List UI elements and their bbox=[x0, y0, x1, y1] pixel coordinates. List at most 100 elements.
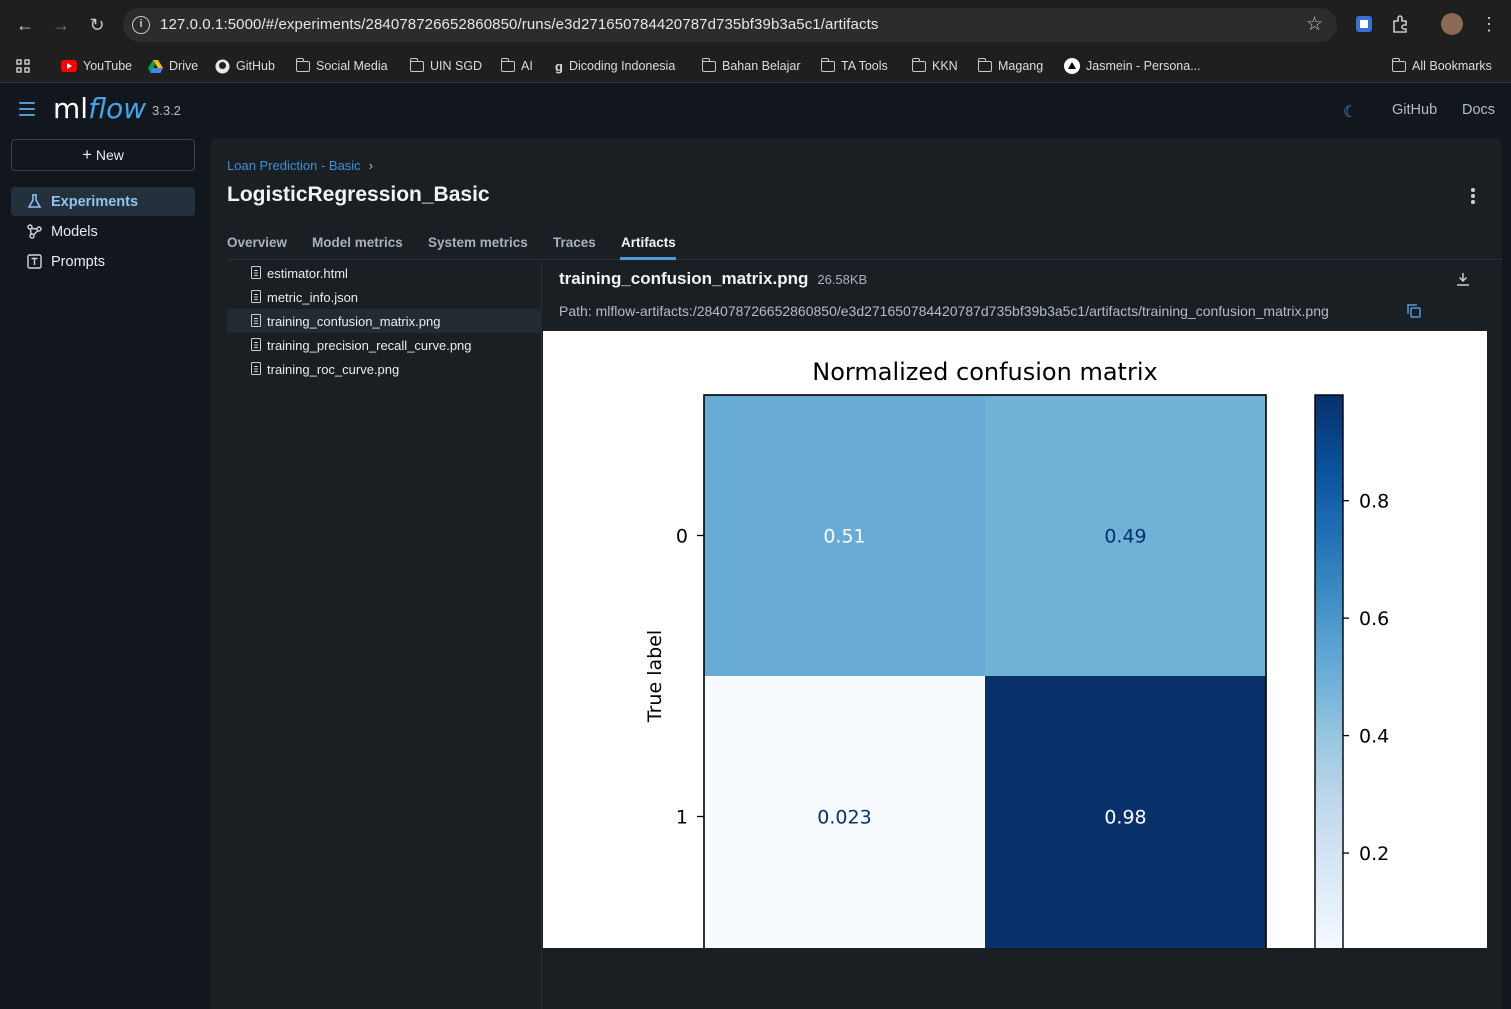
github-link[interactable]: GitHub bbox=[1392, 102, 1437, 118]
bookmark-youtube[interactable]: YouTube bbox=[61, 56, 132, 76]
triangle-logo-icon bbox=[1064, 58, 1080, 74]
prompts-icon bbox=[27, 254, 42, 269]
docs-link[interactable]: Docs bbox=[1462, 102, 1495, 118]
tab-artifacts[interactable]: Artifacts bbox=[621, 235, 676, 250]
sidebar-item-prompts[interactable]: Prompts bbox=[11, 247, 195, 276]
file-estimator-html[interactable]: estimator.html bbox=[227, 261, 542, 285]
tab-overview[interactable]: Overview bbox=[227, 235, 287, 250]
app-header: mlflow 3.3.2 ☾ GitHub Docs bbox=[0, 84, 1511, 136]
cell-value-label: 0.98 bbox=[1104, 807, 1146, 829]
artifact-image-preview: Normalized confusion matrix 0.51 0.49 0.023… bbox=[543, 331, 1487, 958]
artifact-path: Path: mlflow-artifacts:/2840787266528608… bbox=[559, 303, 1329, 319]
file-training-roc-curve[interactable]: training_roc_curve.png bbox=[227, 357, 542, 381]
chart-title: Normalized confusion matrix bbox=[812, 358, 1157, 386]
file-icon bbox=[251, 266, 261, 279]
browser-menu-icon[interactable]: ⋮ bbox=[1478, 13, 1500, 35]
version-label: 3.3.2 bbox=[152, 103, 181, 118]
y-tick-label: 0 bbox=[676, 526, 688, 548]
site-info-icon[interactable]: i bbox=[132, 16, 150, 34]
profile-avatar[interactable] bbox=[1441, 13, 1463, 35]
plus-icon: + bbox=[82, 145, 93, 164]
address-bar[interactable]: i 127.0.0.1:5000/#/experiments/284078726… bbox=[123, 8, 1337, 42]
reload-icon[interactable]: ↻ bbox=[85, 13, 109, 37]
download-icon[interactable] bbox=[1455, 271, 1471, 287]
url-text[interactable]: 127.0.0.1:5000/#/experiments/28407872665… bbox=[160, 16, 878, 33]
chevron-right-icon: › bbox=[368, 158, 374, 173]
page-title: LogisticRegression_Basic bbox=[227, 183, 490, 206]
cell-value-label: 0.51 bbox=[823, 526, 865, 548]
active-tab-indicator bbox=[620, 257, 676, 260]
folder-icon bbox=[977, 57, 992, 72]
y-tick-label: 1 bbox=[676, 807, 688, 829]
beaker-icon bbox=[27, 194, 42, 208]
bookmark-dicoding[interactable]: g Dicoding Indonesia bbox=[555, 56, 675, 76]
image-file-icon bbox=[251, 338, 261, 351]
dicoding-icon: g bbox=[555, 58, 563, 74]
cell-value-label: 0.49 bbox=[1104, 526, 1146, 548]
extensions-puzzle-icon[interactable] bbox=[1389, 13, 1411, 35]
bookmark-ta-tools[interactable]: TA Tools bbox=[820, 56, 888, 76]
cell-value-label: 0.023 bbox=[817, 807, 871, 829]
sidebar-item-models[interactable]: Models bbox=[11, 217, 195, 246]
colorbar bbox=[1314, 394, 1344, 958]
bookmark-star-icon[interactable]: ☆ bbox=[1306, 13, 1323, 36]
folder-icon bbox=[409, 57, 424, 72]
bookmark-github[interactable]: GitHub bbox=[215, 56, 275, 76]
file-training-precision-recall-curve[interactable]: training_precision_recall_curve.png bbox=[227, 333, 542, 357]
json-file-icon bbox=[251, 290, 261, 303]
tab-model-metrics[interactable]: Model metrics bbox=[312, 235, 403, 250]
folder-icon bbox=[500, 57, 515, 72]
folder-icon bbox=[701, 57, 716, 72]
dark-mode-moon-icon[interactable]: ☾ bbox=[1343, 102, 1357, 122]
apps-grid-icon[interactable] bbox=[16, 56, 30, 76]
artifact-header: training_confusion_matrix.png 26.58KB bbox=[559, 269, 867, 291]
more-options-icon[interactable] bbox=[1471, 188, 1475, 206]
bookmark-uin-sgd[interactable]: UIN SGD bbox=[409, 56, 482, 76]
breadcrumb: Loan Prediction - Basic › bbox=[227, 158, 373, 173]
colorbar-tick-label: 0.8 bbox=[1359, 491, 1389, 513]
all-bookmarks[interactable]: All Bookmarks bbox=[1391, 56, 1492, 76]
image-file-icon bbox=[251, 362, 261, 375]
colorbar-tick-label: 0.6 bbox=[1359, 608, 1389, 630]
mlflow-logo[interactable]: mlflow bbox=[53, 92, 146, 125]
folder-icon bbox=[820, 57, 835, 72]
bookmark-bahan-belajar[interactable]: Bahan Belajar bbox=[701, 56, 801, 76]
back-icon[interactable]: ← bbox=[13, 13, 37, 37]
browser-toolbar: ← → ↻ i 127.0.0.1:5000/#/experiments/284… bbox=[0, 0, 1511, 50]
sidebar-item-experiments[interactable]: Experiments bbox=[11, 187, 195, 216]
colorbar-tick-label: 0.4 bbox=[1359, 726, 1389, 748]
new-button[interactable]: + New bbox=[11, 139, 195, 171]
artifact-file-name: training_confusion_matrix.png bbox=[559, 269, 809, 288]
sidebar: + New Experiments Models Prompts bbox=[0, 136, 210, 1009]
folder-icon bbox=[1391, 57, 1406, 72]
github-icon bbox=[215, 59, 230, 73]
models-icon bbox=[27, 224, 42, 239]
bookmark-drive[interactable]: Drive bbox=[148, 56, 198, 76]
extension-icon[interactable] bbox=[1353, 13, 1375, 35]
breadcrumb-experiment-link[interactable]: Loan Prediction - Basic bbox=[227, 158, 361, 173]
copy-icon[interactable] bbox=[1407, 304, 1421, 318]
bookmark-kkn[interactable]: KKN bbox=[911, 56, 958, 76]
bookmark-ai[interactable]: AI bbox=[500, 56, 533, 76]
forward-icon[interactable]: → bbox=[49, 13, 73, 37]
folder-icon bbox=[911, 57, 926, 72]
colorbar-tick-label: 0.2 bbox=[1359, 843, 1389, 865]
image-file-icon bbox=[251, 314, 261, 327]
menu-icon[interactable] bbox=[19, 102, 35, 116]
bookmarks-bar: YouTube Drive GitHub Social Media UIN SG… bbox=[0, 50, 1511, 83]
tab-traces[interactable]: Traces bbox=[553, 235, 596, 250]
y-axis-label: True label bbox=[644, 630, 666, 723]
youtube-icon bbox=[61, 60, 77, 72]
bookmark-social-media[interactable]: Social Media bbox=[295, 56, 388, 76]
file-training-confusion-matrix[interactable]: training_confusion_matrix.png bbox=[227, 309, 542, 333]
drive-icon bbox=[148, 59, 163, 73]
confusion-matrix-chart: Normalized confusion matrix 0.51 0.49 0.023… bbox=[644, 358, 1389, 958]
folder-icon bbox=[295, 57, 310, 72]
run-page: Loan Prediction - Basic › LogisticRegress… bbox=[210, 138, 1502, 1009]
artifact-file-size: 26.58KB bbox=[817, 272, 868, 287]
bookmark-magang[interactable]: Magang bbox=[977, 56, 1043, 76]
tab-system-metrics[interactable]: System metrics bbox=[428, 235, 528, 250]
file-metric-info-json[interactable]: metric_info.json bbox=[227, 285, 542, 309]
artifact-file-tree: estimator.html metric_info.json training… bbox=[227, 260, 542, 1009]
bookmark-jasmein[interactable]: Jasmein - Persona... bbox=[1064, 56, 1201, 76]
